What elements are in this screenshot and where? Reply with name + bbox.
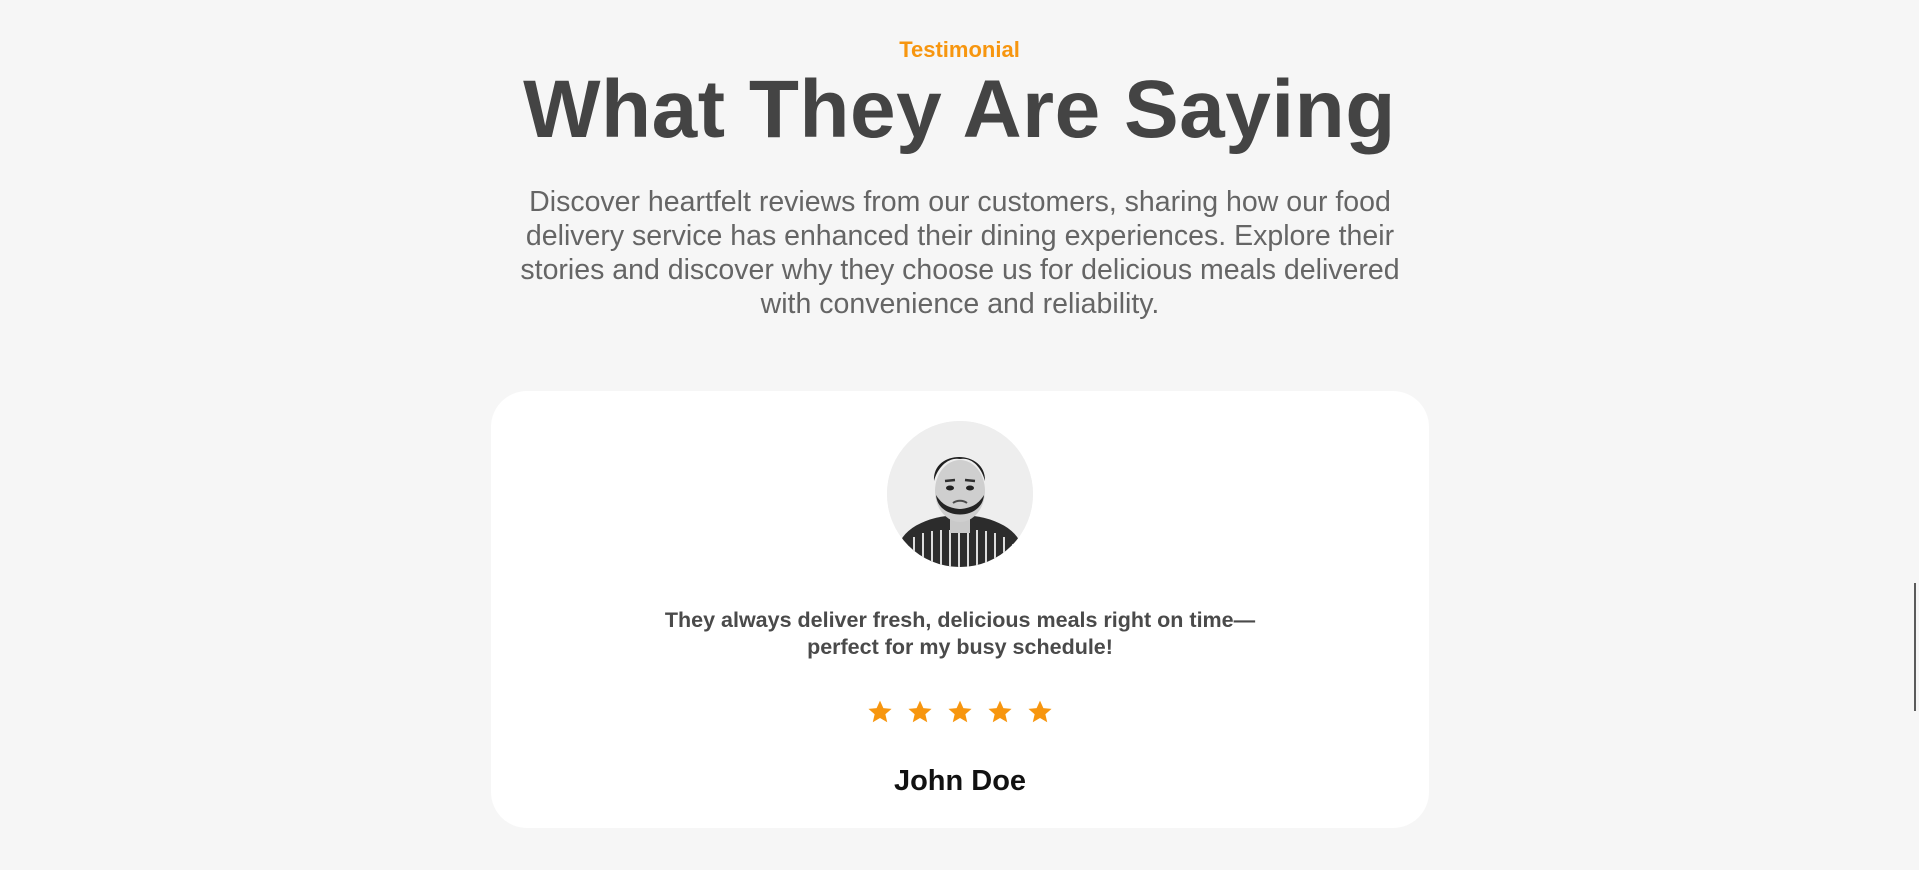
section-description: Discover heartfelt reviews from our cust… [520,186,1400,320]
section-title: What They Are Saying [523,64,1396,155]
star-icon [866,698,894,726]
testimonial-quote: They always deliver fresh, delicious mea… [664,608,1256,659]
testimonial-card: They always deliver fresh, delicious mea… [491,391,1429,828]
avatar-illustration [887,421,1033,567]
page-scrollbar[interactable] [1913,0,1919,870]
customer-name: John Doe [893,765,1027,797]
star-icon [1026,698,1054,726]
star-icon [906,698,934,726]
user-avatar [887,421,1033,567]
star-icon [986,698,1014,726]
testimonial-page: Testimonial What They Are Saying Discove… [0,0,1919,870]
scrollbar-thumb[interactable] [1914,583,1916,711]
section-eyebrow: Testimonial [899,37,1020,62]
star-icon [946,698,974,726]
star-rating [491,698,1429,726]
